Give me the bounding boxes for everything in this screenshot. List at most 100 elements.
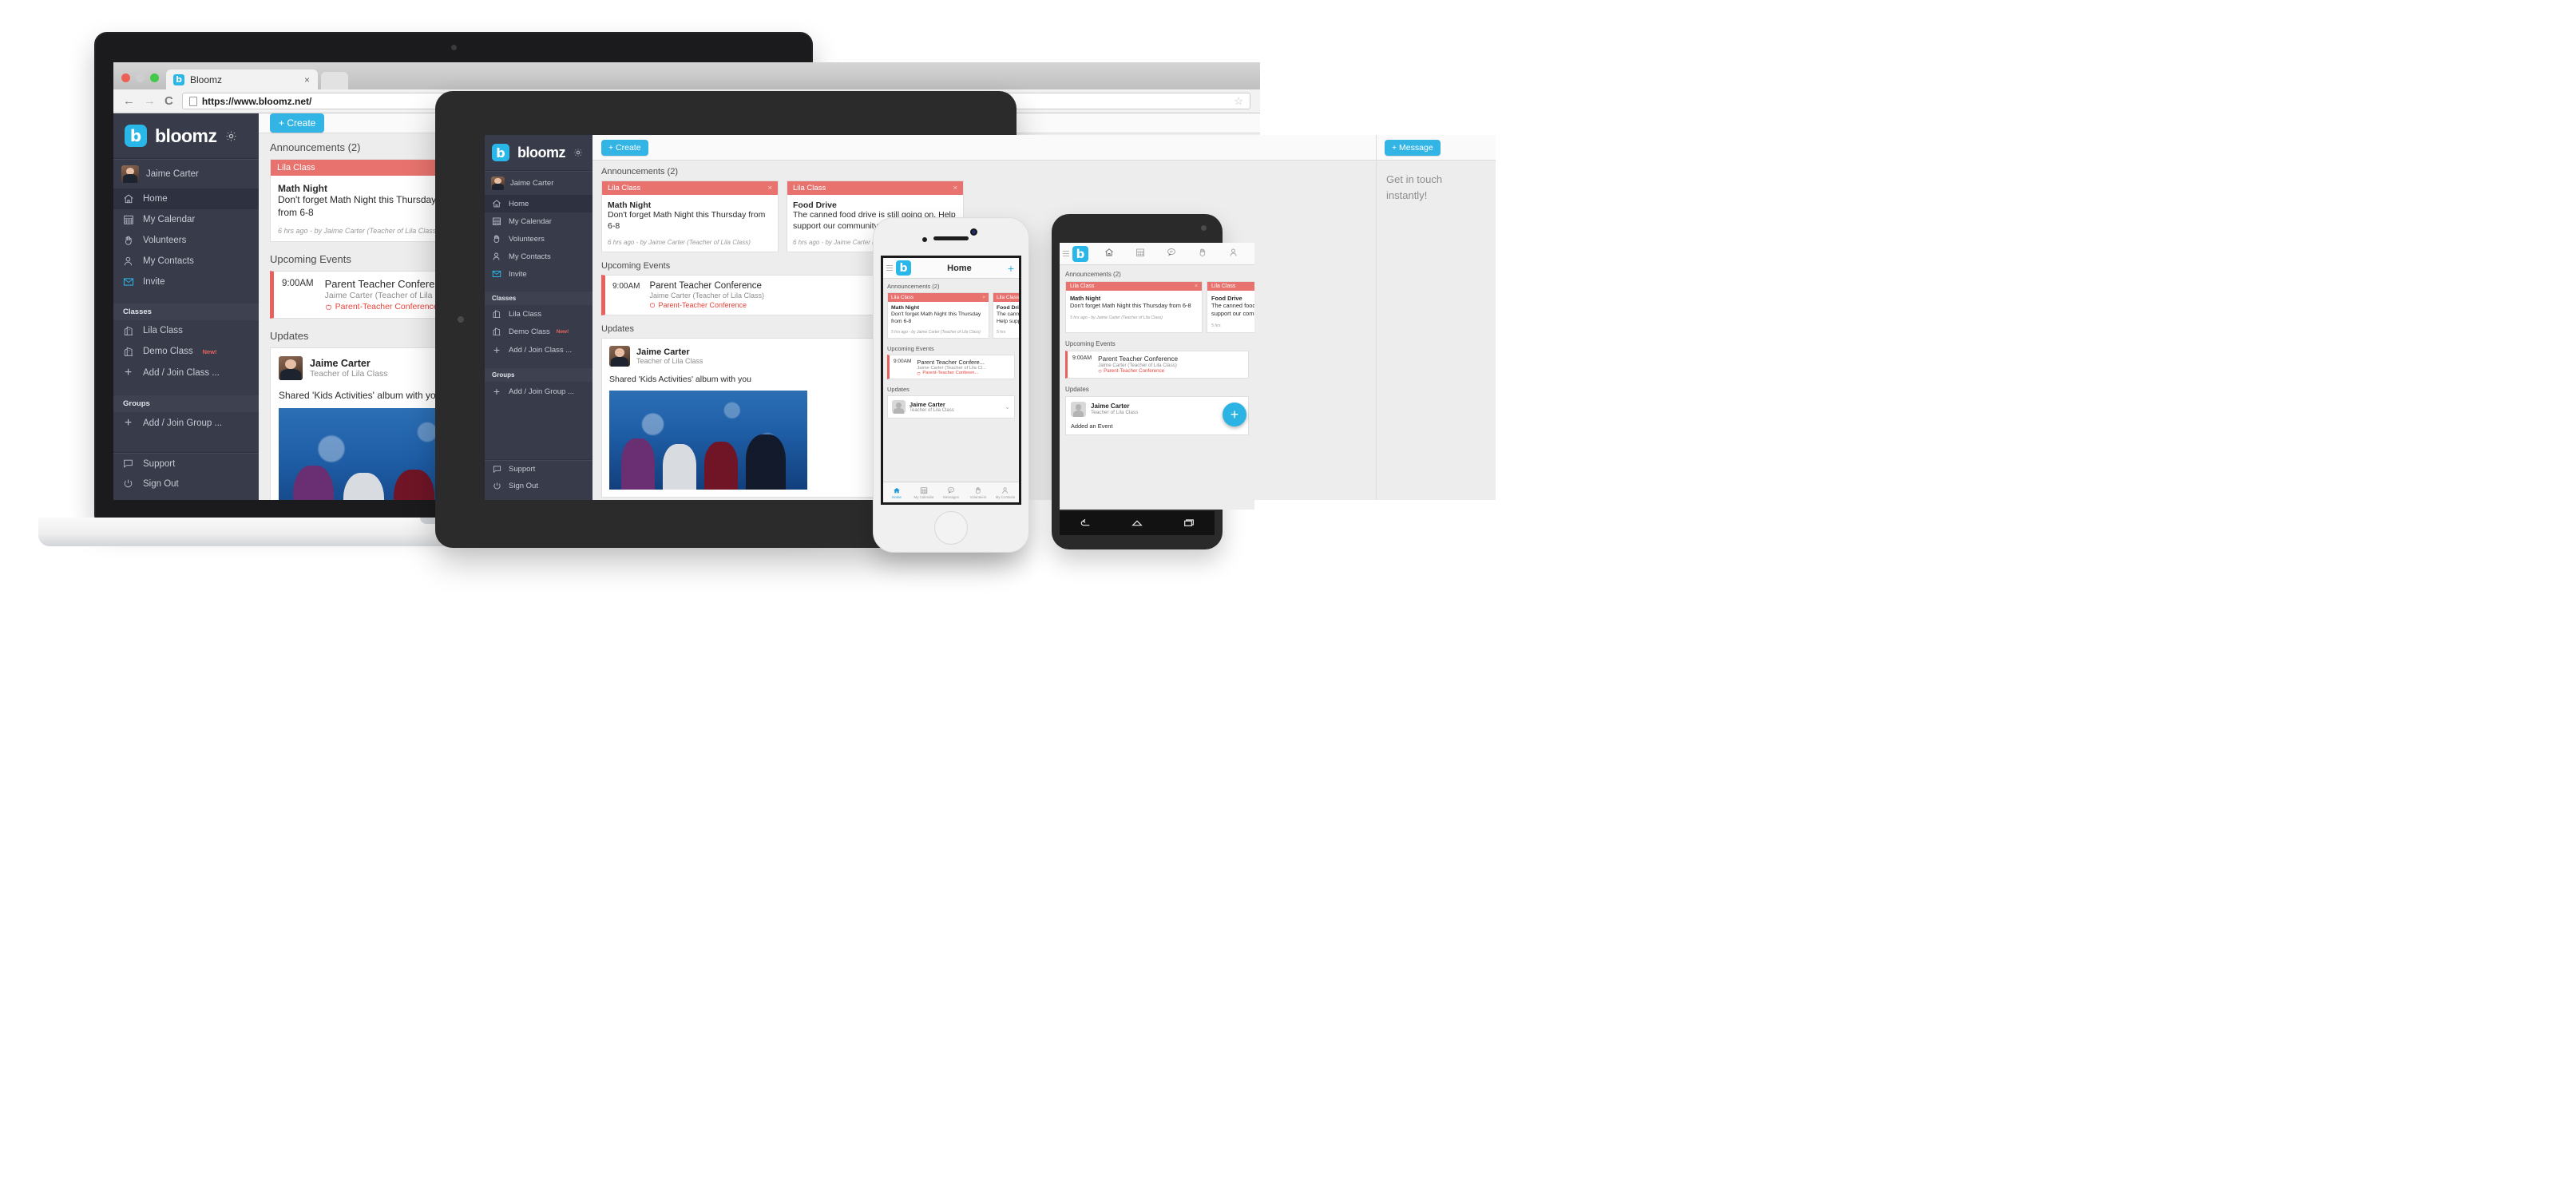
messages-headline-line2: instantly! (1386, 188, 1428, 201)
iphone-home-button[interactable] (934, 511, 968, 545)
gear-icon[interactable] (225, 130, 237, 142)
event-time: 9:00AM (1072, 355, 1092, 361)
new-tab-button[interactable] (321, 72, 348, 89)
browser-tab[interactable]: b Bloomz × (166, 69, 318, 89)
announcement-card[interactable]: Lila Class × Math Night Don't forget Mat… (1065, 281, 1203, 333)
bloomz-logo-icon[interactable]: b (1072, 245, 1088, 262)
tab-my-contacts[interactable]: My Contacts (992, 482, 1019, 502)
tab-my-contacts[interactable] (1229, 247, 1238, 261)
sidebar-item-invite[interactable]: Invite (113, 272, 259, 292)
announcement-card[interactable]: Lila Class × Food Drive The canned food … (1207, 281, 1254, 333)
close-icon[interactable]: × (1195, 284, 1198, 289)
hamburger-icon[interactable] (1060, 251, 1072, 256)
event-tag: Parent-Teacher Conferen... (917, 371, 985, 375)
sidebar-item-volunteers[interactable]: Volunteers (485, 230, 592, 248)
sidebar-item-add-join-class[interactable]: + Add / Join Class ... (113, 362, 259, 384)
close-icon[interactable]: × (953, 184, 957, 192)
sidebar-item-support[interactable]: Support (485, 461, 592, 478)
sidebar-item-sign-out[interactable]: Sign Out (485, 478, 592, 500)
chevron-down-icon[interactable]: ⌄ (1005, 403, 1010, 411)
sidebar-item-my-calendar[interactable]: My Calendar (485, 212, 592, 230)
events-title: Upcoming Events (1065, 339, 1116, 347)
maximize-window-button[interactable] (150, 73, 159, 82)
tab-volunteers[interactable]: Volunteers (965, 482, 992, 502)
new-badge: New! (202, 347, 217, 355)
event-tag-label: Parent-Teacher Conference (1104, 367, 1165, 374)
sidebar-section-classes: Classes (113, 303, 259, 320)
close-icon[interactable]: × (982, 295, 985, 300)
tab-my-calendar[interactable] (1135, 247, 1145, 261)
sidebar-item-my-contacts[interactable]: My Contacts (485, 248, 592, 265)
brand-name: bloomz (155, 125, 217, 146)
sidebar-item-add-join-group[interactable]: + Add / Join Group ... (485, 382, 592, 401)
close-icon[interactable]: × (767, 184, 772, 192)
create-button[interactable]: + Create (601, 139, 648, 156)
announcement-card[interactable]: Lila Class × Math Night Don't forget Mat… (601, 180, 779, 253)
recents-icon[interactable] (1183, 517, 1195, 530)
tab-messages[interactable] (1167, 247, 1176, 261)
bookmark-star-icon[interactable]: ☆ (1234, 95, 1243, 108)
add-fab-button[interactable]: + (1223, 403, 1246, 426)
devices-showcase: b Bloomz × ← → C https://www.bloomz.net/… (0, 0, 2576, 1190)
forward-icon[interactable]: → (144, 94, 156, 108)
sidebar-item-lila-class[interactable]: Lila Class (113, 320, 259, 341)
tab-home[interactable] (1104, 247, 1114, 261)
announcement-title: Math Night (1070, 295, 1101, 302)
home-icon[interactable] (1131, 517, 1143, 530)
update-card[interactable]: Jaime Carter Teacher of Lila Class ⌄ (887, 395, 1015, 419)
sidebar-item-my-contacts[interactable]: My Contacts (113, 251, 259, 272)
announcement-card[interactable]: Lila Class × Math Night Don't forget Mat… (270, 159, 463, 243)
announcement-card[interactable]: Lila Class × Math Night Don't forget Mat… (887, 292, 989, 339)
sidebar-item-my-calendar[interactable]: My Calendar (113, 209, 259, 230)
sidebar-item-home[interactable]: Home (485, 195, 592, 212)
gear-icon[interactable] (573, 148, 583, 157)
tab-home[interactable]: Home (883, 482, 910, 502)
announcement-class-header: Lila Class × (888, 293, 989, 302)
update-photo[interactable] (609, 391, 807, 490)
sidebar-item-invite[interactable]: Invite (485, 265, 592, 283)
add-button[interactable]: + (1008, 262, 1019, 275)
sidebar-item-label: My Calendar (143, 215, 196, 224)
sidebar-item-label: Invite (509, 269, 527, 279)
sidebar-item-volunteers[interactable]: Volunteers (113, 230, 259, 251)
close-tab-button[interactable]: × (304, 74, 310, 85)
apple-icon (325, 304, 331, 310)
back-icon[interactable]: ← (123, 94, 135, 108)
sidebar-user[interactable]: Jaime Carter (113, 160, 259, 188)
back-icon[interactable] (1079, 517, 1092, 530)
create-button[interactable]: + Create (270, 113, 325, 133)
update-card[interactable]: Jaime Carter Teacher of Lila Class ⌄ Add… (1065, 395, 1249, 435)
android-navbar (1060, 511, 1215, 535)
hamburger-icon[interactable] (883, 265, 896, 271)
sidebar-item-label: Demo Class (143, 347, 193, 356)
event-row[interactable]: 9:00AM Parent Teacher Confere... Jaime C… (887, 355, 1015, 380)
sidebar-item-add-join-group[interactable]: + Add / Join Group ... (113, 412, 259, 434)
sidebar-item-lila-class[interactable]: Lila Class (485, 305, 592, 323)
sidebar-item-add-join-class[interactable]: + Add / Join Class ... (485, 340, 592, 359)
sidebar-item-demo-class[interactable]: Demo Class New! (113, 341, 259, 362)
tab-messages[interactable]: Messages (937, 482, 965, 502)
sidebar-item-home[interactable]: Home (113, 188, 259, 209)
event-time: 9:00AM (894, 359, 912, 365)
tab-my-calendar[interactable]: My Calendar (910, 482, 937, 502)
announcement-card[interactable]: Lila Class × Food Drive The canned food … (993, 292, 1019, 339)
bloomz-logo-icon[interactable]: b (896, 260, 911, 276)
event-tag-label: Parent-Teacher Conference (658, 301, 747, 310)
brand-logo[interactable]: b bloomz (485, 135, 592, 170)
tab-volunteers[interactable] (1198, 247, 1207, 261)
sidebar-user[interactable]: Jaime Carter (485, 172, 592, 195)
photo-figure (620, 438, 656, 490)
avatar (609, 346, 630, 367)
sidebar-item-demo-class[interactable]: Demo Class New! (485, 323, 592, 340)
brand-logo[interactable]: b bloomz (113, 113, 259, 158)
bloomz-favicon: b (173, 73, 184, 85)
event-row[interactable]: 9:00AM Parent Teacher Conference Jaime C… (1065, 350, 1249, 379)
plus-icon: + (124, 366, 133, 379)
update-author: Jaime Carter (910, 401, 945, 409)
minimize-window-button[interactable] (136, 73, 145, 82)
close-window-button[interactable] (121, 73, 130, 82)
sidebar-item-sign-out[interactable]: Sign Out (113, 474, 259, 500)
reload-icon[interactable]: C (164, 94, 173, 108)
sidebar-item-support[interactable]: Support (113, 454, 259, 474)
message-button[interactable]: + Message (1385, 139, 1441, 156)
